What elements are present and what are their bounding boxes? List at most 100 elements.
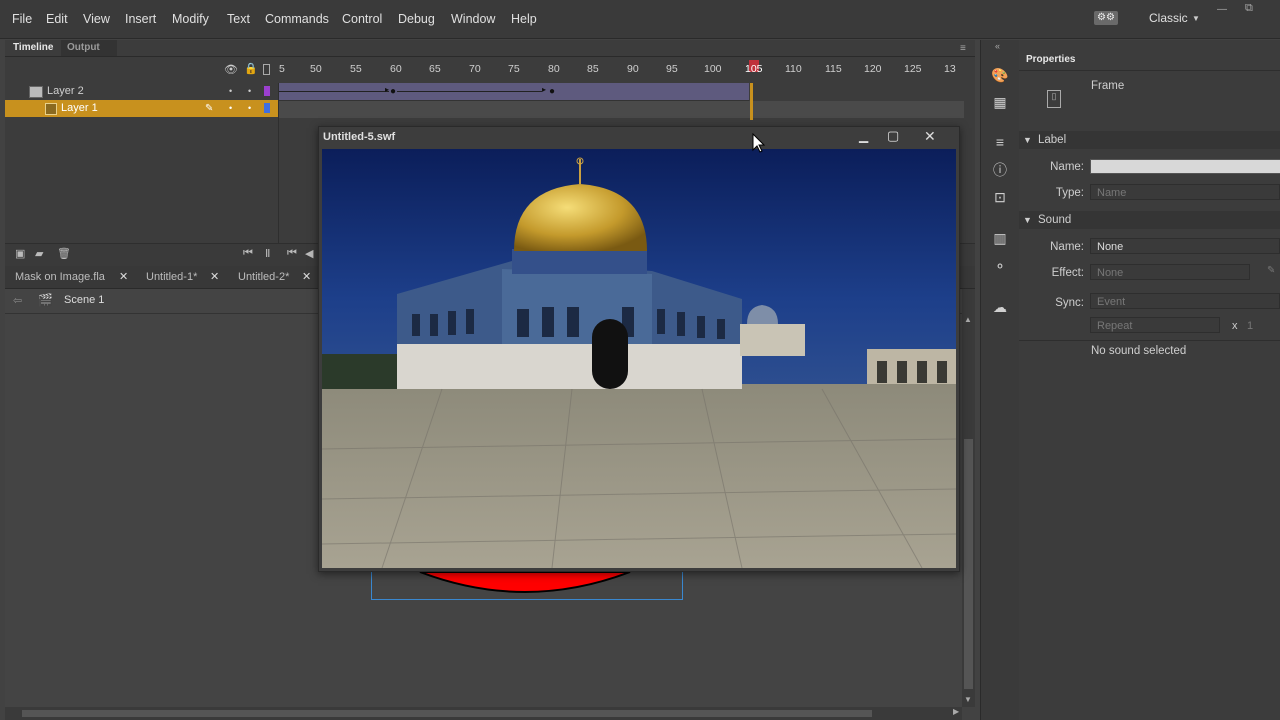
tab-output[interactable]: Output	[61, 40, 117, 56]
repeat-count[interactable]: 1	[1247, 320, 1253, 332]
red-mask-shape[interactable]	[415, 572, 635, 600]
stage-horizontal-scrollbar[interactable]: ▶	[5, 707, 962, 720]
swatches-grid-icon[interactable]: ▦	[990, 92, 1010, 112]
tab-untitled-2[interactable]: Untitled-2*	[238, 266, 289, 288]
go-to-first-icon[interactable]: ⏮	[243, 247, 253, 260]
type-dropdown[interactable]: Name	[1090, 184, 1280, 200]
sound-section-header[interactable]: ▼ Sound	[1019, 211, 1280, 229]
layer-name[interactable]: Layer 1	[61, 100, 98, 117]
eye-icon[interactable]: 👁	[224, 63, 238, 76]
tween-span[interactable]	[279, 83, 749, 101]
pencil-icon: ✎	[205, 103, 214, 114]
tab-properties[interactable]: Properties	[1026, 54, 1075, 65]
layer-row-layer-1[interactable]: Layer 1 ✎ • •	[5, 100, 278, 117]
new-folder-icon[interactable]: ▰	[35, 247, 43, 260]
close-icon[interactable]: ✕	[119, 266, 128, 288]
creative-cloud-icon[interactable]: ☁	[990, 297, 1010, 317]
scroll-up-icon[interactable]: ▲	[964, 315, 972, 324]
menu-view[interactable]: View	[83, 12, 110, 26]
menu-text[interactable]: Text	[227, 12, 250, 26]
trash-icon[interactable]: 🗑	[57, 247, 71, 260]
sound-name-dropdown[interactable]: None	[1090, 238, 1280, 254]
new-layer-icon[interactable]: ▣	[15, 247, 25, 260]
menu-edit[interactable]: Edit	[46, 12, 68, 26]
restore-window-icon[interactable]: ⧉	[1245, 2, 1259, 14]
dome-of-the-rock-image	[322, 149, 956, 568]
outline-icon[interactable]	[263, 64, 270, 75]
frame-row-layer-1[interactable]	[279, 101, 964, 118]
tab-timeline[interactable]: Timeline	[5, 40, 69, 56]
stage-vertical-scrollbar[interactable]: ▲ ▼	[962, 289, 975, 707]
scroll-right-icon[interactable]: ▶	[953, 707, 959, 716]
ruler-label: 115	[825, 63, 842, 75]
layers-list: Layer 2 • • Layer 1 ✎ • •	[5, 83, 279, 243]
lock-dot-icon[interactable]: •	[248, 100, 251, 117]
chevron-down-icon[interactable]: ▼	[1192, 14, 1200, 23]
menu-insert[interactable]: Insert	[125, 12, 156, 26]
frames-grid[interactable]: ▸ ● ▸ ●	[279, 83, 964, 120]
keyframe[interactable]: ●	[549, 86, 555, 97]
effect-dropdown[interactable]: None	[1090, 264, 1250, 280]
stop-icon[interactable]: Ⅱ	[265, 247, 270, 260]
label-section-title: Label	[1038, 134, 1067, 146]
align-icon[interactable]: ≡	[990, 132, 1010, 152]
rewind-icon[interactable]: ⏮	[287, 247, 297, 260]
layer-color-swatch[interactable]	[264, 103, 270, 113]
step-back-icon[interactable]: ◀	[305, 247, 313, 260]
properties-tab-bar: Properties	[1019, 50, 1280, 71]
menu-file[interactable]: File	[12, 12, 32, 26]
chevron-down-icon[interactable]: ▼	[1023, 211, 1032, 229]
ruler-label: 65	[429, 63, 441, 75]
visibility-dot-icon[interactable]: •	[229, 100, 232, 117]
repeat-dropdown[interactable]: Repeat	[1090, 317, 1220, 333]
collapse-icon[interactable]: «	[995, 41, 1000, 51]
menu-modify[interactable]: Modify	[172, 12, 209, 26]
frame-ruler[interactable]: 5 50 55 60 65 70 75 80 85 90 95 100 105 …	[279, 58, 964, 82]
library-icon[interactable]: ▥	[990, 228, 1010, 248]
layer-name[interactable]: Layer 2	[47, 83, 84, 100]
frame-name-input[interactable]	[1090, 159, 1280, 174]
layer-row-layer-2[interactable]: Layer 2 • •	[5, 83, 278, 100]
lock-icon[interactable]: 🔒	[244, 62, 258, 75]
transform-icon[interactable]: ⊡	[990, 187, 1010, 207]
scrollbar-thumb[interactable]	[964, 439, 973, 689]
swf-titlebar[interactable]: Untitled-5.swf ▁ ▢ ✕	[319, 127, 959, 149]
layer-color-swatch[interactable]	[264, 86, 270, 96]
menu-debug[interactable]: Debug	[398, 12, 435, 26]
sync-dropdown[interactable]: Event	[1090, 293, 1280, 309]
swf-preview-window[interactable]: Untitled-5.swf ▁ ▢ ✕	[318, 126, 960, 572]
close-icon[interactable]: ✕	[302, 266, 311, 288]
maximize-icon[interactable]: ▢	[887, 128, 899, 144]
chevron-down-icon[interactable]: ▼	[1023, 131, 1032, 149]
playhead-line[interactable]	[750, 83, 753, 120]
workspace-switcher[interactable]: Classic	[1149, 11, 1188, 25]
properties-panel: Properties ▯ Frame ▼ Label Name: Type: N…	[1019, 40, 1280, 720]
lock-dot-icon[interactable]: •	[248, 83, 251, 100]
panels-toolbar: « 🎨 ▦ ≡ ⓘ ⊡ ▥ ⚬ ☁	[980, 40, 1020, 720]
label-section-header[interactable]: ▼ Label	[1019, 131, 1280, 149]
effect-label: Effect:	[1051, 267, 1084, 279]
info-icon[interactable]: ⓘ	[990, 160, 1010, 180]
minimize-icon[interactable]: ▁	[859, 129, 868, 143]
motion-presets-icon[interactable]: ⚬	[990, 256, 1010, 276]
panel-menu-icon[interactable]: ≡	[960, 43, 966, 54]
close-icon[interactable]: ✕	[924, 128, 936, 145]
back-arrow-icon[interactable]: ⇦	[13, 294, 22, 307]
tab-mask-on-image[interactable]: Mask on Image.fla	[15, 266, 105, 288]
color-palette-icon[interactable]: 🎨	[990, 65, 1010, 85]
pencil-icon[interactable]: ✎	[1267, 265, 1275, 276]
scroll-down-icon[interactable]: ▼	[964, 695, 972, 704]
repeat-x-label: x	[1232, 320, 1238, 332]
scrollbar-thumb[interactable]	[22, 710, 872, 717]
keyframe[interactable]: ●	[390, 86, 396, 97]
visibility-dot-icon[interactable]: •	[229, 83, 232, 100]
menu-commands[interactable]: Commands	[265, 12, 329, 26]
menu-control[interactable]: Control	[342, 12, 382, 26]
menu-help[interactable]: Help	[511, 12, 537, 26]
close-icon[interactable]: ✕	[210, 266, 219, 288]
tab-untitled-1[interactable]: Untitled-1*	[146, 266, 197, 288]
sync-settings-icon[interactable]: ⚙⚙	[1094, 11, 1118, 25]
menu-window[interactable]: Window	[451, 12, 495, 26]
scene-label[interactable]: Scene 1	[64, 294, 104, 306]
minimize-window-icon[interactable]: —	[1217, 4, 1231, 15]
